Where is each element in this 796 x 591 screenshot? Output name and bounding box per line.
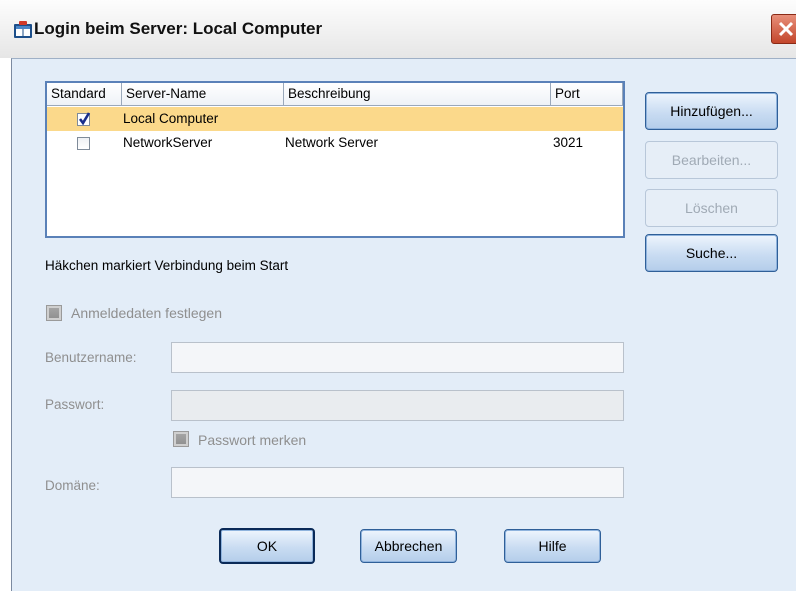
delete-server-button[interactable]: Löschen (645, 189, 778, 227)
server-row-local-computer[interactable]: Local Computer (47, 107, 623, 131)
domain-field[interactable] (171, 467, 624, 498)
password-label: Passwort: (45, 397, 105, 412)
column-header-description[interactable]: Beschreibung (284, 83, 551, 106)
server-description-cell: Network Server (285, 135, 379, 150)
checkmark-icon (78, 112, 91, 126)
remember-password-label: Passwort merken (198, 432, 307, 448)
default-checkbox-local-computer[interactable] (77, 112, 91, 126)
username-field[interactable] (171, 342, 624, 373)
server-name-cell: Local Computer (123, 111, 219, 126)
set-credentials-checkbox[interactable] (46, 305, 62, 321)
server-row-networkserver[interactable]: NetworkServer Network Server 3021 (47, 131, 623, 155)
search-server-button[interactable]: Suche... (645, 234, 778, 272)
column-header-standard[interactable]: Standard (47, 83, 122, 106)
spss-server-icon (13, 20, 33, 40)
domain-label: Domäne: (45, 478, 100, 493)
startup-hint-text: Häkchen markiert Verbindung beim Start (45, 258, 289, 273)
title-bar: Login beim Server: Local Computer (0, 0, 796, 58)
column-header-server-name[interactable]: Server-Name (122, 83, 284, 106)
server-name-cell: NetworkServer (123, 135, 213, 150)
password-field[interactable] (171, 390, 624, 421)
server-port-cell: 3021 (553, 135, 584, 150)
close-button[interactable] (771, 14, 796, 44)
default-checkbox-networkserver[interactable] (77, 137, 90, 150)
set-credentials-label: Anmeldedaten festlegen (71, 305, 222, 321)
cancel-button[interactable]: Abbrechen (360, 529, 457, 563)
edit-server-button[interactable]: Bearbeiten... (645, 141, 778, 179)
server-list[interactable]: Standard Server-Name Beschreibung Port L… (45, 81, 625, 238)
help-button[interactable]: Hilfe (504, 529, 601, 563)
remember-password-checkbox[interactable] (173, 431, 189, 447)
window-title: Login beim Server: Local Computer (34, 19, 323, 38)
add-server-button[interactable]: Hinzufügen... (645, 92, 778, 130)
ok-button[interactable]: OK (219, 528, 315, 564)
close-icon (778, 21, 794, 37)
column-header-port[interactable]: Port (551, 83, 623, 106)
username-label: Benutzername: (45, 350, 137, 365)
